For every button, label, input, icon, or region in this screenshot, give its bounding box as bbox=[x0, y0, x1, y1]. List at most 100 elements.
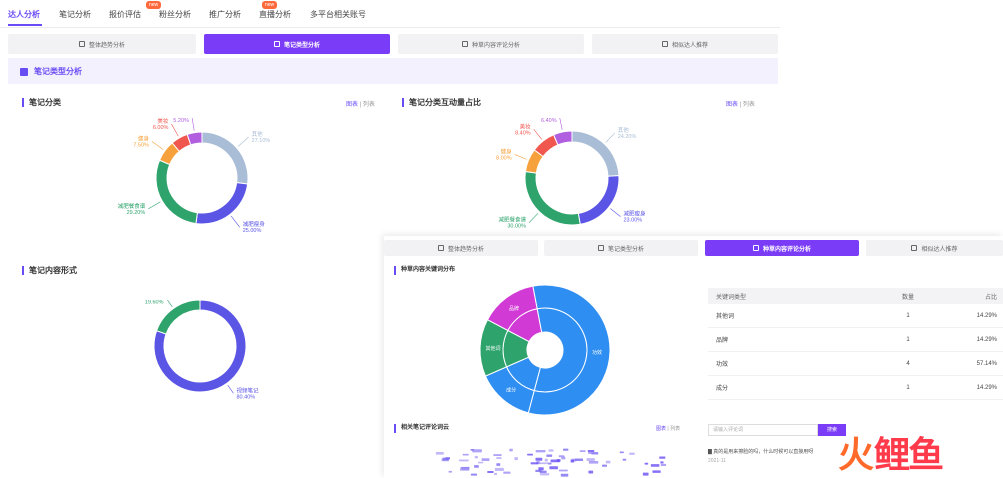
tab-influencer-analysis[interactable]: 达人分析 bbox=[8, 9, 40, 20]
table-row: 其他词 1 14.29% bbox=[708, 304, 1003, 328]
top-nav: 达人分析 笔记分析 报价评估 new 粉丝分析 推广分析 new 直播分析 多平… bbox=[0, 0, 780, 28]
word-cloud-word bbox=[535, 449, 546, 453]
comment-item: ▇ 真的是用来擦脸的吗，什么时候可以直接用呀 bbox=[708, 449, 814, 455]
word-cloud-word bbox=[660, 461, 664, 464]
segment-overall-trend[interactable]: 整体趋势分析 bbox=[8, 34, 196, 54]
tab-fans-analysis[interactable]: 粉丝分析 bbox=[159, 9, 191, 20]
chart-icon bbox=[437, 245, 444, 251]
word-cloud-word bbox=[462, 453, 469, 456]
word-cloud-word bbox=[462, 466, 470, 470]
word-cloud-word bbox=[642, 472, 649, 476]
user-icon bbox=[911, 245, 918, 251]
word-cloud-word bbox=[574, 458, 584, 462]
chart-list-toggle[interactable]: 图表 | 列表 bbox=[656, 425, 680, 432]
tab-note-analysis[interactable]: 笔记分析 bbox=[59, 9, 91, 20]
word-cloud-word bbox=[558, 469, 568, 472]
card-title-interaction-share: 笔记分类互动量占比 bbox=[402, 98, 481, 107]
tab-multiplatform-accounts[interactable]: 多平台相关账号 bbox=[310, 9, 366, 20]
slice-value-label: 27.10% bbox=[252, 138, 271, 144]
word-cloud-word bbox=[549, 466, 558, 470]
slice-leader-line bbox=[559, 118, 563, 131]
word-cloud-word bbox=[496, 457, 502, 460]
slice-leader-line bbox=[528, 213, 539, 223]
chart-list-toggle[interactable]: 图表 | 列表 bbox=[346, 99, 375, 108]
word-cloud-word bbox=[644, 462, 649, 465]
sunburst-label: 成分 bbox=[506, 386, 516, 393]
slice-label: 健身 bbox=[138, 134, 150, 142]
tab-promotion-analysis[interactable]: 推广分析 bbox=[209, 9, 241, 20]
word-cloud-word bbox=[435, 452, 444, 455]
word-cloud-word bbox=[458, 459, 469, 462]
slice-value-label: 30.00% bbox=[507, 224, 526, 230]
word-cloud-word bbox=[622, 458, 627, 461]
table-header: 关键词类型 数量 占比 bbox=[708, 288, 1003, 304]
segment-comment-analysis[interactable]: 种草内容评论分析 bbox=[398, 34, 584, 54]
word-cloud-word bbox=[487, 470, 494, 473]
word-cloud-word bbox=[494, 472, 498, 476]
slice-label: 其他 bbox=[618, 126, 630, 134]
new-badge: new bbox=[146, 1, 162, 9]
content-format-donut: 视频笔记80.40%图文笔记19.60% bbox=[145, 300, 259, 400]
word-cloud-word bbox=[629, 452, 635, 455]
slice-value-label: 29.20% bbox=[127, 210, 146, 216]
word-cloud-word bbox=[478, 461, 484, 464]
note-icon bbox=[597, 245, 604, 251]
segment-note-type[interactable]: 笔记类型分析 bbox=[204, 34, 390, 54]
keyword-table: 关键词类型 数量 占比 其他词 1 14.29% 品牌 1 14.29% 功效 4 57.1… bbox=[708, 288, 1003, 400]
word-cloud-word bbox=[588, 470, 594, 474]
word-cloud-word bbox=[514, 457, 518, 461]
slice-value-label: 80.40% bbox=[236, 394, 255, 400]
word-cloud-word bbox=[588, 460, 599, 464]
chart-list-toggle[interactable]: 图表 | 列表 bbox=[726, 99, 755, 108]
overlay-segment-note-type[interactable]: 笔记类型分析 bbox=[544, 240, 698, 256]
table-row: 功效 4 57.14% bbox=[708, 352, 1003, 376]
active-tab-underline bbox=[8, 24, 42, 26]
card-title-comment-cloud: 相关笔记评论词云 bbox=[394, 424, 449, 433]
tab-live-analysis[interactable]: 直播分析 bbox=[259, 9, 291, 20]
pie-slice[interactable] bbox=[524, 170, 581, 226]
comment-icon bbox=[752, 245, 759, 251]
card-title-note-category: 笔记分类 bbox=[22, 98, 61, 107]
pie-slice[interactable] bbox=[201, 131, 249, 185]
section-title: 笔记类型分析 bbox=[20, 66, 82, 77]
slice-leader-line bbox=[514, 154, 527, 160]
sunburst-label: 品牌 bbox=[509, 305, 519, 312]
note-icon bbox=[20, 67, 28, 76]
slice-label: 健身 bbox=[501, 147, 513, 155]
overlay-segment-similar-influencers[interactable]: 相似达人推荐 bbox=[866, 240, 1003, 256]
user-icon bbox=[661, 41, 668, 47]
slice-leader-line bbox=[230, 215, 240, 228]
word-cloud-word bbox=[588, 452, 596, 454]
word-cloud-word bbox=[481, 458, 490, 461]
slice-leader-line bbox=[148, 201, 161, 210]
comment-icon bbox=[461, 41, 468, 47]
slice-value-label: 6.40% bbox=[541, 118, 557, 124]
interaction-share-donut: 其他24.20% 减肥瘦身23.00% 减肥餐食谱30.00% 健身8.00% 美妆8.… bbox=[496, 118, 647, 230]
pie-slice[interactable] bbox=[155, 159, 198, 225]
pie-slice[interactable] bbox=[571, 130, 620, 177]
slice-label: 其他 bbox=[252, 130, 264, 138]
keyword-sunburst: 功效成分 其他词 品牌 bbox=[479, 284, 611, 416]
word-cloud-word bbox=[448, 470, 453, 473]
card-title-keyword-distribution: 种草内容关键词分布 bbox=[394, 266, 455, 275]
word-cloud-word bbox=[493, 454, 502, 456]
word-cloud-word bbox=[470, 473, 478, 476]
pie-slice[interactable] bbox=[577, 175, 620, 225]
word-cloud-word bbox=[558, 455, 565, 458]
slice-leader-line bbox=[171, 123, 179, 137]
comment-search-input[interactable]: 请输入评论词 bbox=[708, 424, 818, 436]
word-cloud-word bbox=[546, 454, 553, 457]
tab-quote-evaluation[interactable]: 报价评估 bbox=[109, 9, 141, 20]
overlay-segment-overall-trend[interactable]: 整体趋势分析 bbox=[384, 240, 538, 256]
slice-label: 美妆 bbox=[157, 118, 169, 125]
slice-label: 减肥瘦身 bbox=[624, 210, 647, 218]
pie-slice[interactable] bbox=[195, 182, 249, 225]
note-icon bbox=[273, 41, 280, 47]
slice-label: 视频笔记 bbox=[236, 386, 259, 394]
slice-value-label: 7.50% bbox=[133, 142, 149, 148]
word-cloud-word bbox=[570, 459, 575, 463]
segment-similar-influencers[interactable]: 相似达人推荐 bbox=[592, 34, 778, 54]
word-cloud-word bbox=[660, 463, 667, 466]
word-cloud-word bbox=[530, 462, 539, 465]
overlay-segment-comment-analysis[interactable]: 种草内容评论分析 bbox=[705, 240, 859, 256]
